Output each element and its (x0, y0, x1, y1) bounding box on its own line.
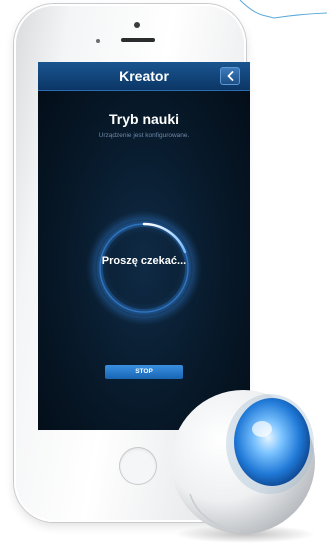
back-button[interactable] (220, 67, 240, 85)
app-header: Kreator (38, 62, 250, 91)
motion-sensor-device (171, 390, 315, 543)
proximity-sensor (96, 39, 100, 43)
progress-spinner (86, 210, 202, 326)
status-subtitle: Urządzenie jest konfigurowane. (98, 132, 190, 139)
home-button[interactable] (119, 447, 157, 485)
front-camera (134, 22, 140, 28)
earpiece-speaker (121, 38, 155, 42)
wait-message: Proszę czekać... (101, 255, 187, 267)
chevron-left-icon (227, 71, 234, 81)
mode-title: Tryb nauki (108, 111, 180, 127)
product-image: Kreator Tryb nauki Urządzenie jest konfi… (0, 0, 327, 547)
app-title: Kreator (119, 68, 169, 84)
